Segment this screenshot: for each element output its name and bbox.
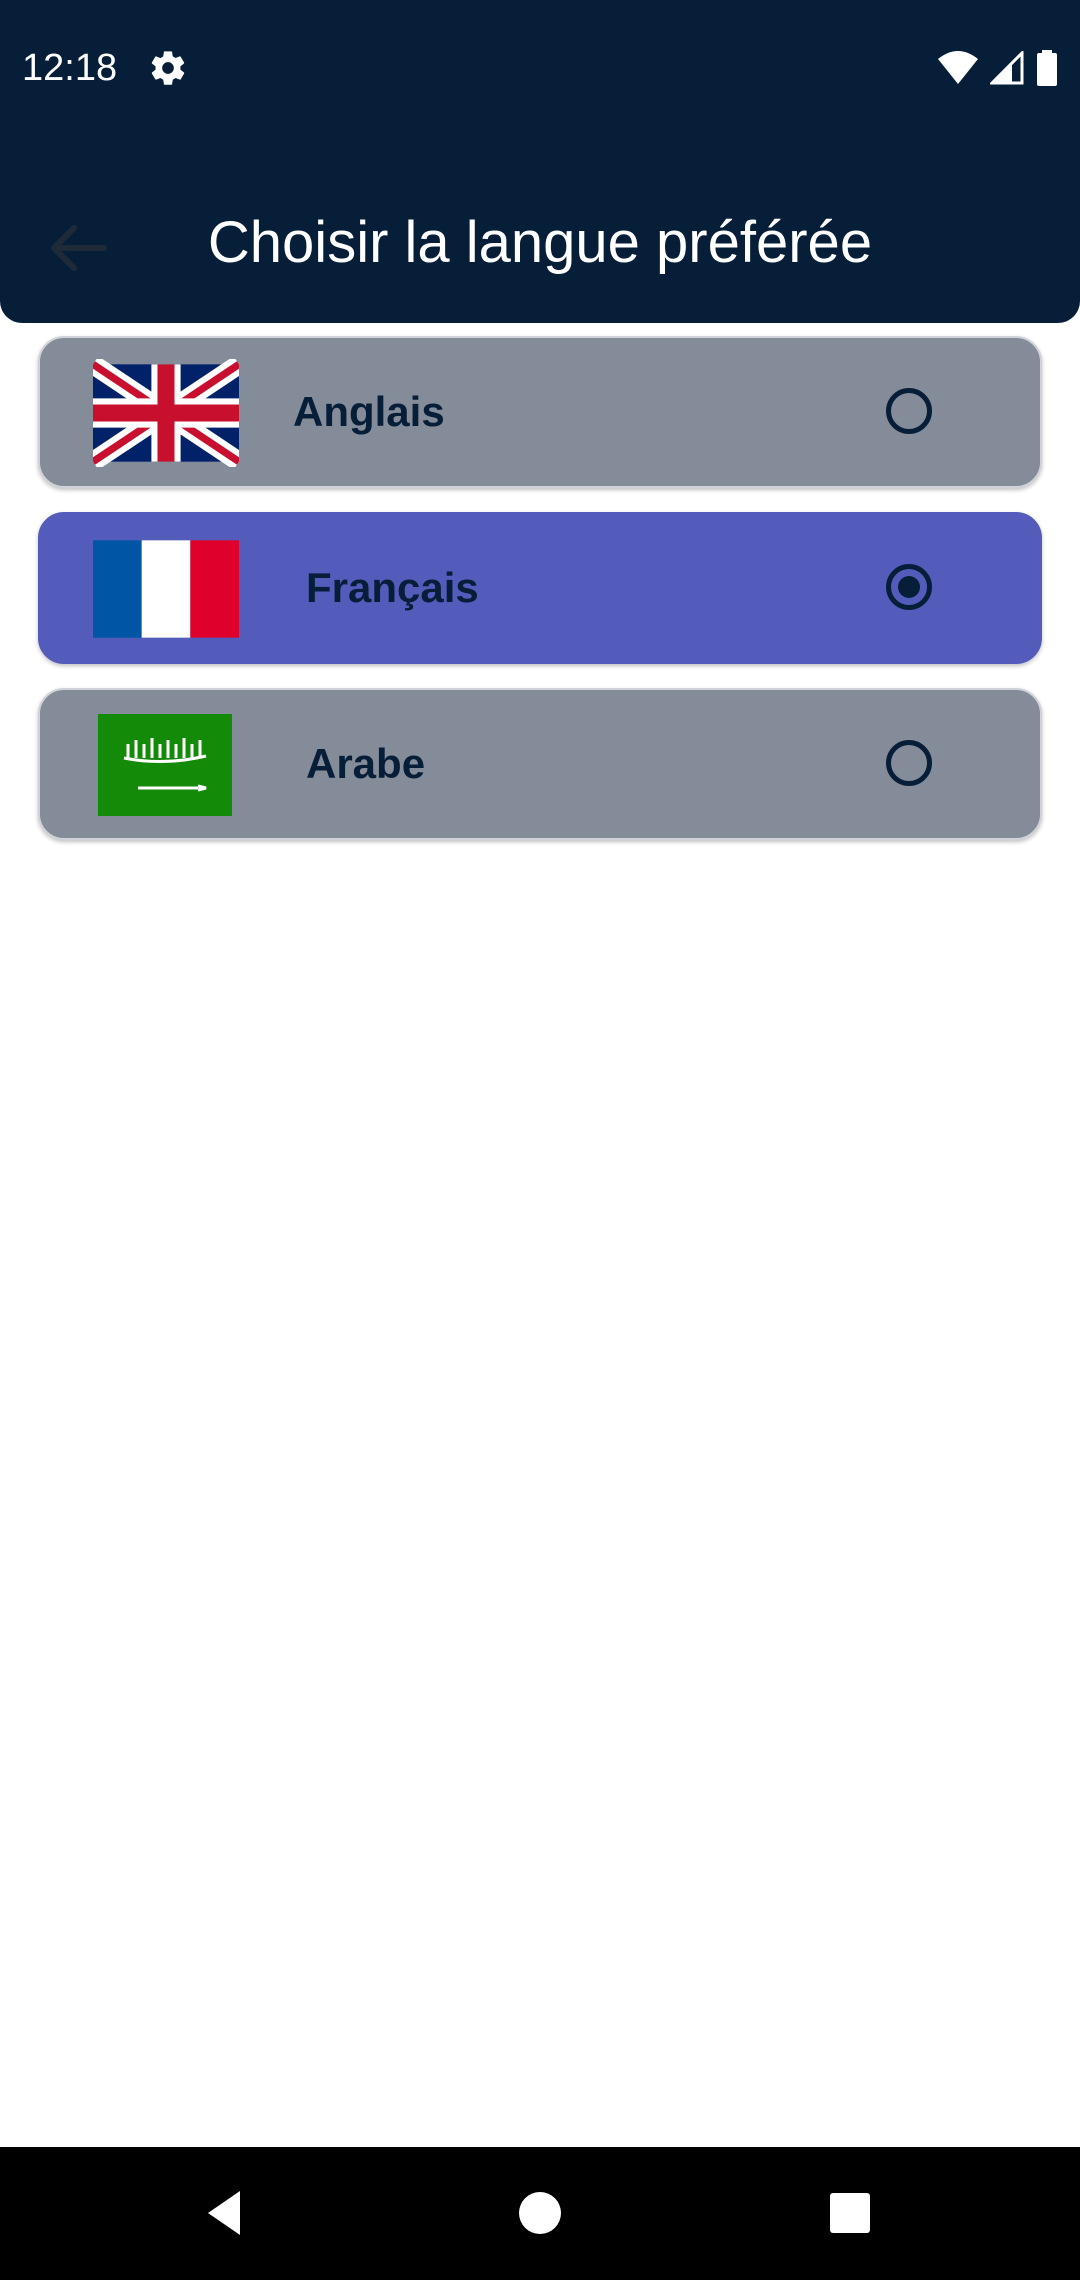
page-title: Choisir la langue préférée [207,210,873,275]
status-icons [938,48,1058,88]
france-flag-icon [93,540,239,638]
language-label: Anglais [293,388,445,435]
language-option-francais[interactable]: Français [38,512,1042,664]
language-label: Français [306,564,479,611]
radio-button[interactable] [886,740,932,786]
uk-flag-icon [93,359,239,467]
system-navigation-bar [0,2147,1080,2280]
saudi-flag-icon [98,714,232,816]
radio-button-selected[interactable] [886,564,932,610]
language-label: Arabe [306,740,426,787]
home-circle-icon[interactable] [510,2183,570,2243]
back-triangle-icon[interactable] [194,2183,254,2243]
radio-button[interactable] [886,388,932,434]
app-header: 12:18 Choisir la langue préférée [0,0,1080,323]
signal-icon [990,51,1024,85]
battery-icon [1037,50,1057,86]
wifi-icon [938,51,978,84]
language-option-arabe[interactable]: Arabe [38,688,1042,840]
language-list: Anglais Français Arabe [38,336,1042,864]
gear-icon [151,51,185,85]
language-option-anglais[interactable]: Anglais [38,336,1042,488]
status-time: 12:18 [22,47,118,89]
recents-square-icon[interactable] [820,2183,880,2243]
